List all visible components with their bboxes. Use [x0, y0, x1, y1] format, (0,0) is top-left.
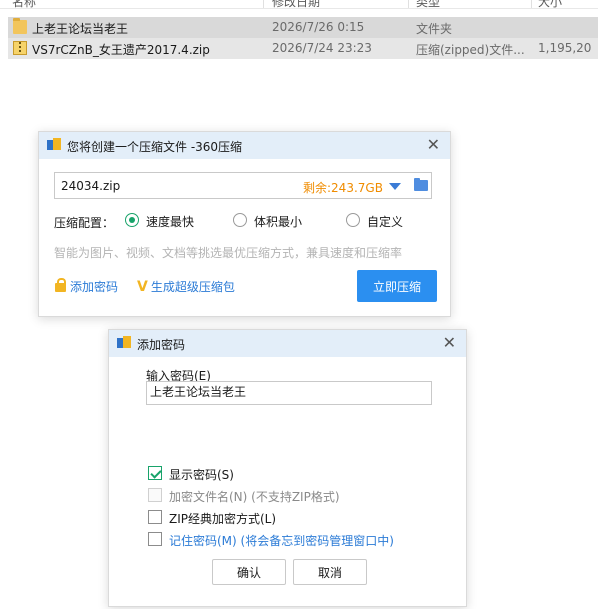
checkbox-label: 记住密码(M) (将会备忘到密码管理窗口中): [169, 534, 394, 548]
v-badge-icon: V: [137, 279, 148, 295]
add-password-label: 添加密码: [70, 280, 119, 294]
checkbox-label: ZIP经典加密方式(L): [169, 512, 277, 526]
radio-label: 体积最小: [254, 215, 303, 229]
add-password-link[interactable]: 添加密码: [55, 278, 118, 295]
super-pack-link[interactable]: V 生成超级压缩包: [137, 278, 235, 295]
checkbox-label: 加密文件名(N) (不支持ZIP格式): [169, 490, 340, 504]
file-row-zip[interactable]: VS7rCZnB_女王遗产2017.4.zip 2026/7/24 23:23 …: [8, 38, 598, 59]
smart-hint-text: 智能为图片、视频、文档等挑选最优压缩方式，兼具速度和压缩率: [54, 246, 403, 260]
radio-dot[interactable]: [233, 213, 247, 227]
column-date[interactable]: 修改日期: [272, 0, 320, 8]
compress-now-button[interactable]: 立即压缩: [357, 270, 437, 302]
column-name[interactable]: 名称: [12, 0, 36, 8]
column-size[interactable]: 大小: [538, 0, 562, 8]
cancel-button[interactable]: 取消: [293, 559, 367, 585]
dialog-title: 您将创建一个压缩文件 -360压缩: [67, 140, 243, 154]
360-compress-icon: [47, 138, 61, 152]
checkbox-label: 显示密码(S): [169, 468, 234, 482]
config-label: 压缩配置：: [54, 216, 115, 230]
password-input[interactable]: 上老王论坛当老王: [146, 381, 432, 405]
checkbox-box[interactable]: [148, 510, 162, 524]
column-divider[interactable]: [531, 0, 532, 8]
ok-button[interactable]: 确认: [212, 559, 286, 585]
checkbox-box[interactable]: [148, 466, 162, 480]
file-size: 1,195,20: [538, 41, 592, 55]
radio-label: 自定义: [367, 215, 404, 229]
dialog-title: 添加密码: [137, 338, 186, 352]
archive-name-value[interactable]: 24034.zip: [61, 179, 120, 193]
checkbox-box[interactable]: [148, 488, 162, 502]
compress-dialog: 您将创建一个压缩文件 -360压缩 ✕ 24034.zip 剩余:243.7GB…: [38, 131, 451, 317]
column-divider[interactable]: [263, 0, 264, 8]
password-dialog: 添加密码 ✕ 输入密码(E) 上老王论坛当老王 显示密码(S) 加密文件名(N)…: [108, 329, 467, 607]
zip-icon: [13, 41, 27, 55]
file-row-folder[interactable]: 上老王论坛当老王 2026/7/26 0:15 文件夹: [8, 17, 598, 38]
file-type: 文件夹: [416, 22, 453, 36]
file-type: 压缩(zipped)文件...: [416, 43, 525, 57]
radio-dot[interactable]: [346, 213, 360, 227]
file-date: 2026/7/24 23:23: [272, 41, 372, 55]
checkbox-box[interactable]: [148, 532, 162, 546]
radio-label: 速度最快: [146, 215, 195, 229]
free-space-label: 剩余:243.7GB: [303, 181, 383, 195]
column-type[interactable]: 类型: [416, 0, 440, 8]
file-name: 上老王论坛当老王: [32, 22, 129, 36]
lock-icon: [55, 278, 66, 292]
dropdown-arrow-icon[interactable]: [389, 183, 401, 190]
close-icon[interactable]: ✕: [443, 334, 456, 352]
browse-folder-icon[interactable]: [414, 178, 428, 191]
archive-name-field[interactable]: 24034.zip 剩余:243.7GB: [54, 172, 432, 199]
column-divider[interactable]: [408, 0, 409, 8]
super-pack-label: 生成超级压缩包: [150, 280, 235, 294]
file-name: VS7rCZnB_女王遗产2017.4.zip: [32, 43, 210, 57]
password-dialog-titlebar[interactable]: 添加密码 ✕: [109, 330, 466, 357]
360-compress-icon: [117, 336, 131, 350]
folder-icon: [13, 18, 27, 34]
radio-dot[interactable]: [125, 213, 139, 227]
compress-dialog-titlebar[interactable]: 您将创建一个压缩文件 -360压缩 ✕: [39, 132, 450, 159]
close-icon[interactable]: ✕: [427, 136, 440, 154]
column-header-row: 名称 修改日期 类型 大小: [0, 0, 598, 9]
file-date: 2026/7/26 0:15: [272, 20, 365, 34]
